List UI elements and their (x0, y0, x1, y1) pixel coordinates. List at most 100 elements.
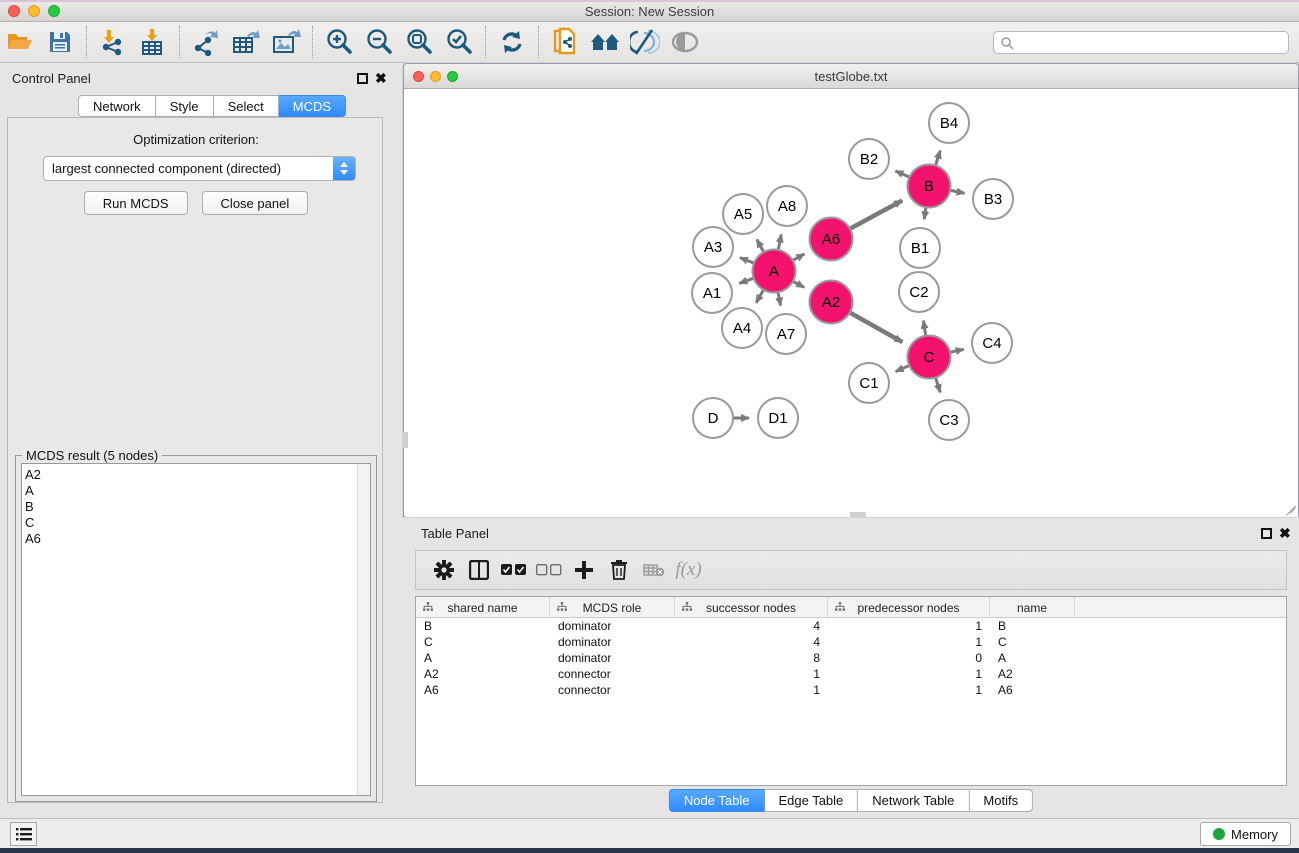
table-cell[interactable]: A (416, 650, 550, 666)
graph-edge[interactable] (936, 151, 941, 166)
column-header-successor-nodes[interactable]: successor nodes (675, 597, 828, 618)
left-splitter-handle[interactable] (403, 432, 408, 448)
control-panel-close-icon[interactable]: ✖ (375, 73, 387, 84)
tab-mcds[interactable]: MCDS (279, 95, 346, 117)
graph-node-B1[interactable]: B1 (900, 228, 940, 268)
column-header-MCDS-role[interactable]: MCDS role (550, 597, 675, 618)
export-network-icon[interactable] (186, 25, 226, 59)
result-list-item[interactable]: C (25, 515, 370, 531)
clone-network-icon[interactable] (545, 25, 585, 59)
table-panel-float-icon[interactable] (1261, 528, 1272, 539)
delete-table-icon[interactable] (636, 554, 671, 586)
close-panel-button[interactable]: Close panel (202, 191, 309, 215)
refresh-icon[interactable] (492, 25, 532, 59)
zoom-out-icon[interactable] (359, 25, 399, 59)
table-cell[interactable]: B (416, 618, 550, 634)
table-cell[interactable]: dominator (550, 634, 675, 650)
result-list-item[interactable]: B (25, 499, 370, 515)
graph-node-B3[interactable]: B3 (973, 179, 1013, 219)
import-table-icon[interactable] (133, 25, 173, 59)
result-list-item[interactable]: A (25, 483, 370, 499)
graph-edge[interactable] (757, 239, 764, 252)
table-cell[interactable]: dominator (550, 618, 675, 634)
graph-edge[interactable] (923, 321, 925, 336)
bottom-splitter-handle[interactable] (850, 512, 866, 517)
graph-edge[interactable] (896, 366, 910, 372)
table-cell[interactable]: 1 (828, 634, 990, 650)
control-panel-float-icon[interactable] (357, 73, 368, 84)
table-cell[interactable]: A6 (416, 682, 550, 698)
table-cell[interactable]: 1 (828, 682, 990, 698)
add-column-icon[interactable] (566, 554, 601, 586)
result-list-scrollbar[interactable] (357, 464, 370, 795)
graph-edge[interactable] (756, 290, 763, 303)
table-cell[interactable]: connector (550, 666, 675, 682)
table-cell[interactable]: A2 (990, 666, 1075, 682)
table-cell[interactable]: 8 (675, 650, 828, 666)
open-file-icon[interactable] (0, 25, 40, 59)
table-cell[interactable]: B (990, 618, 1075, 634)
table-panel-close-icon[interactable]: ✖ (1279, 528, 1291, 539)
table-cell[interactable]: dominator (550, 650, 675, 666)
graph-node-A5[interactable]: A5 (723, 194, 763, 234)
tab-node-table[interactable]: Node Table (669, 789, 765, 812)
table-cell[interactable]: C (990, 634, 1075, 650)
graph-edge[interactable] (778, 292, 781, 305)
resize-grip-icon[interactable] (1282, 500, 1296, 514)
graph-node-C4[interactable]: C4 (972, 323, 1012, 363)
table-cell[interactable]: A6 (990, 682, 1075, 698)
graph-node-A8[interactable]: A8 (767, 186, 807, 226)
select-all-checkboxes-icon[interactable] (496, 554, 531, 586)
graph-node-C[interactable]: C (908, 336, 951, 379)
zoom-selected-icon[interactable] (439, 25, 479, 59)
function-builder-icon[interactable]: f(x) (671, 554, 706, 586)
mcds-result-list[interactable]: A2ABCA6 (21, 463, 371, 796)
graph-edge[interactable] (850, 313, 903, 343)
table-cell[interactable]: connector (550, 682, 675, 698)
table-cell[interactable]: 1 (828, 618, 990, 634)
hide-glasses-icon[interactable] (625, 25, 665, 59)
tab-network[interactable]: Network (78, 95, 156, 117)
home-icon[interactable] (585, 25, 625, 59)
graph-edge[interactable] (950, 190, 965, 193)
graph-edge[interactable] (936, 377, 941, 392)
table-cell[interactable]: 1 (828, 666, 990, 682)
graph-node-A1[interactable]: A1 (692, 273, 732, 313)
tab-select[interactable]: Select (214, 95, 279, 117)
graph-node-C2[interactable]: C2 (899, 272, 939, 312)
graph-edge[interactable] (924, 207, 926, 219)
task-history-button[interactable] (10, 822, 37, 846)
column-header-shared-name[interactable]: shared name (416, 597, 550, 618)
export-table-icon[interactable] (226, 25, 266, 59)
graph-node-D1[interactable]: D1 (758, 398, 798, 438)
table-cell[interactable]: C (416, 634, 550, 650)
deselect-checkboxes-icon[interactable] (531, 554, 566, 586)
zoom-fit-icon[interactable] (399, 25, 439, 59)
graph-node-D[interactable]: D (693, 398, 733, 438)
network-window-titlebar[interactable]: testGlobe.txt (404, 64, 1298, 89)
graph-node-A[interactable]: A (753, 250, 796, 293)
criterion-select[interactable]: largest connected component (directed) (43, 156, 356, 181)
tab-network-table[interactable]: Network Table (858, 789, 969, 812)
graph-node-A3[interactable]: A3 (693, 227, 733, 267)
column-header-name[interactable]: name (990, 597, 1075, 618)
graph-edge[interactable] (850, 201, 902, 229)
table-cell[interactable]: 0 (828, 650, 990, 666)
table-cell[interactable]: 4 (675, 634, 828, 650)
table-row[interactable]: Cdominator41C (416, 634, 1286, 650)
table-row[interactable]: Adominator80A (416, 650, 1286, 666)
eye-icon[interactable] (665, 25, 705, 59)
delete-column-icon[interactable] (601, 554, 636, 586)
gear-icon[interactable] (426, 554, 461, 586)
table-cell[interactable]: 4 (675, 618, 828, 634)
table-cell[interactable]: 1 (675, 666, 828, 682)
network-canvas[interactable]: B4B2BB3A5A8A6B1A3AA1C2A2A4A7CC4C1C3DD1 (405, 90, 1298, 517)
graph-node-A4[interactable]: A4 (722, 308, 762, 348)
graph-node-A6[interactable]: A6 (810, 218, 853, 261)
memory-button[interactable]: Memory (1200, 822, 1291, 846)
graph-edge[interactable] (739, 278, 753, 283)
table-cell[interactable]: A2 (416, 666, 550, 682)
graph-node-B4[interactable]: B4 (929, 103, 969, 143)
graph-node-C1[interactable]: C1 (849, 363, 889, 403)
import-network-icon[interactable] (93, 25, 133, 59)
